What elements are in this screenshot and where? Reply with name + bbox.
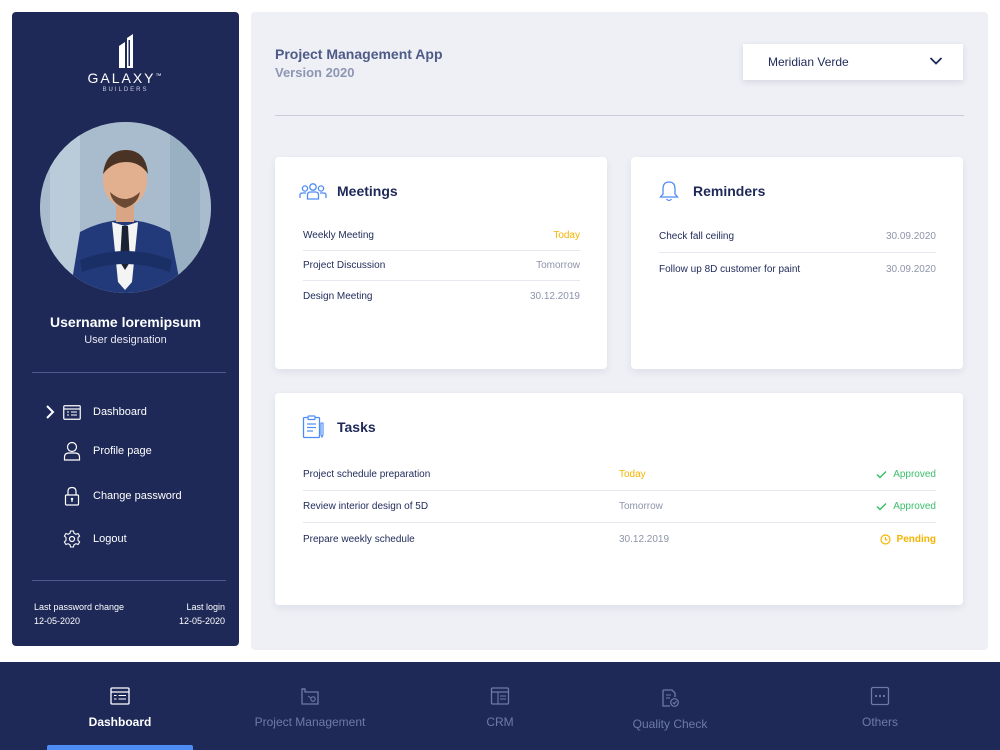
chevron-down-icon bbox=[929, 57, 943, 65]
status-badge: Approved bbox=[846, 501, 936, 512]
sidebar-item-dashboard[interactable]: Dashboard bbox=[62, 400, 147, 424]
tab-label: Dashboard bbox=[88, 715, 152, 729]
reminder-name: Follow up 8D customer for paint bbox=[659, 263, 801, 275]
active-tab-indicator bbox=[47, 745, 193, 750]
project-select-value: Meridian Verde bbox=[768, 55, 849, 69]
sidebar-item-logout[interactable]: Logout bbox=[62, 527, 127, 551]
last-login-value: 12-05-2020 bbox=[178, 616, 225, 626]
sidebar: GALAXY™ BUILDERS Username loremipsum Use… bbox=[12, 12, 239, 646]
last-password-change-value: 12-05-2020 bbox=[34, 616, 81, 626]
tasks-card: Tasks Project schedule preparation Today… bbox=[275, 393, 963, 605]
task-name: Project schedule preparation bbox=[303, 469, 431, 480]
meeting-when: 30.12.2019 bbox=[529, 290, 580, 302]
reminders-card: Reminders Check fall ceiling 30.09.2020 … bbox=[631, 157, 963, 369]
task-name: Review interior design of 5D bbox=[303, 501, 429, 512]
dashboard-icon bbox=[110, 687, 130, 705]
dashboard-icon bbox=[62, 402, 82, 422]
meetings-card: Meetings Weekly Meeting Today Project Di… bbox=[275, 157, 607, 369]
page-title: Project Management App bbox=[275, 46, 443, 62]
task-due: 30.12.2019 bbox=[619, 533, 670, 545]
brand-trademark: ™ bbox=[155, 73, 164, 80]
sidebar-item-label: Profile page bbox=[93, 445, 152, 457]
tab-label: Quality Check bbox=[632, 717, 708, 731]
brand-tagline: BUILDERS bbox=[102, 87, 149, 93]
sidebar-item-profile[interactable]: Profile page bbox=[62, 439, 152, 463]
list-item[interactable]: Check fall ceiling 30.09.2020 bbox=[659, 221, 936, 253]
user-photo bbox=[40, 122, 211, 293]
task-due: Today bbox=[619, 469, 646, 480]
active-chevron-right-icon bbox=[46, 405, 55, 419]
tab-others[interactable]: Others bbox=[830, 662, 930, 750]
meeting-name: Design Meeting bbox=[303, 290, 373, 302]
last-login: Last login 12-05-2020 bbox=[179, 600, 225, 628]
clock-icon bbox=[879, 533, 891, 545]
status-badge: Pending bbox=[846, 534, 936, 545]
lock-icon bbox=[62, 486, 82, 506]
tab-label: Others bbox=[861, 715, 898, 729]
main-panel: Project Management App Version 2020 Meri… bbox=[251, 12, 988, 650]
tab-dashboard[interactable]: Dashboard bbox=[60, 662, 180, 750]
sidebar-divider bbox=[32, 580, 226, 581]
brand-name: GALAXY bbox=[87, 70, 156, 86]
list-item[interactable]: Design Meeting 30.12.2019 bbox=[303, 281, 580, 311]
meetings-title: Meetings bbox=[337, 183, 398, 199]
reminder-date: 30.09.2020 bbox=[885, 263, 936, 275]
crm-icon bbox=[490, 687, 510, 705]
status-label: Approved bbox=[893, 501, 936, 512]
sidebar-item-label: Dashboard bbox=[93, 406, 147, 418]
sidebar-item-change-password[interactable]: Change password bbox=[62, 484, 182, 508]
app-version: Version 2020 bbox=[275, 65, 355, 80]
gear-icon bbox=[62, 529, 82, 549]
last-login-label: Last login bbox=[186, 602, 225, 612]
table-row[interactable]: Prepare weekly schedule 30.12.2019 Pendi… bbox=[303, 523, 936, 555]
table-row[interactable]: Review interior design of 5D Tomorrow Ap… bbox=[303, 491, 936, 523]
user-designation: User designation bbox=[84, 334, 167, 346]
reminder-date: 30.09.2020 bbox=[885, 231, 936, 242]
tab-label: Project Management bbox=[254, 715, 366, 729]
last-password-change-label: Last password change bbox=[34, 602, 125, 612]
check-icon bbox=[876, 502, 887, 511]
tab-project-management[interactable]: Project Management bbox=[240, 662, 380, 750]
clipboard-icon bbox=[299, 413, 327, 441]
sidebar-item-label: Logout bbox=[93, 533, 127, 545]
project-select[interactable]: Meridian Verde bbox=[743, 44, 963, 80]
user-icon bbox=[62, 441, 82, 461]
brand-logo: GALAXY™ BUILDERS bbox=[12, 34, 239, 93]
check-icon bbox=[876, 470, 887, 479]
bottom-nav: Dashboard Project Management CRM Quality… bbox=[0, 662, 1000, 750]
building-logo-icon bbox=[118, 34, 133, 68]
status-badge: Approved bbox=[846, 469, 936, 480]
list-item[interactable]: Follow up 8D customer for paint 30.09.20… bbox=[659, 253, 936, 285]
status-label: Approved bbox=[893, 469, 936, 480]
bell-icon bbox=[655, 177, 683, 205]
reminders-title: Reminders bbox=[693, 183, 766, 199]
tasks-title: Tasks bbox=[337, 419, 376, 435]
table-row[interactable]: Project schedule preparation Today Appro… bbox=[303, 459, 936, 491]
last-password-change: Last password change 12-05-2020 bbox=[34, 600, 124, 628]
task-name: Prepare weekly schedule bbox=[303, 533, 415, 545]
people-icon bbox=[299, 177, 327, 205]
tab-label: CRM bbox=[486, 715, 514, 729]
tab-quality-check[interactable]: Quality Check bbox=[610, 662, 730, 750]
tab-crm[interactable]: CRM bbox=[450, 662, 550, 750]
meeting-when: Today bbox=[553, 230, 580, 241]
reminder-name: Check fall ceiling bbox=[659, 231, 735, 242]
more-icon bbox=[870, 686, 890, 706]
meeting-name: Weekly Meeting bbox=[303, 230, 374, 241]
list-item[interactable]: Project Discussion Tomorrow bbox=[303, 251, 580, 281]
username: Username loremipsum bbox=[50, 314, 201, 330]
meeting-name: Project Discussion bbox=[303, 260, 386, 271]
header-divider bbox=[275, 115, 964, 116]
task-due: Tomorrow bbox=[619, 501, 663, 512]
avatar[interactable] bbox=[40, 122, 211, 293]
sidebar-divider bbox=[32, 372, 226, 373]
list-item[interactable]: Weekly Meeting Today bbox=[303, 221, 580, 251]
quality-check-icon bbox=[662, 689, 679, 707]
blueprint-icon bbox=[301, 688, 319, 705]
status-label: Pending bbox=[896, 533, 936, 545]
meeting-when: Tomorrow bbox=[536, 260, 580, 271]
sidebar-item-label: Change password bbox=[93, 490, 182, 502]
